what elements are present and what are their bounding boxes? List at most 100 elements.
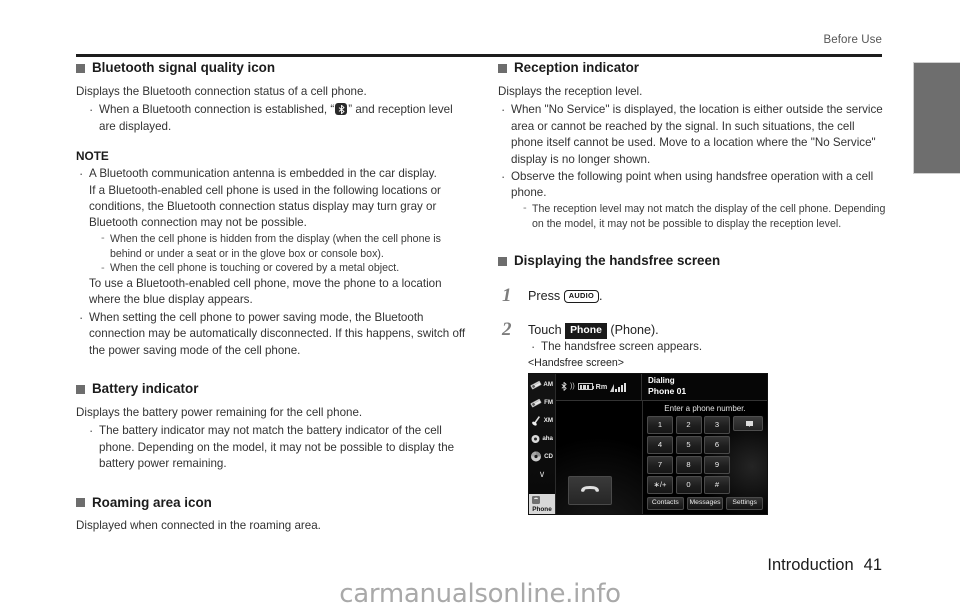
call-status-text: Dialing xyxy=(648,376,675,386)
step-number: 1 xyxy=(502,284,512,306)
key-5[interactable]: 5 xyxy=(675,436,702,454)
rail-item-xm[interactable]: XM xyxy=(529,412,555,430)
right-column: Reception indicator Displays the recepti… xyxy=(498,60,886,515)
key-1[interactable]: 1 xyxy=(647,416,673,434)
step-2: 2 Touch Phone (Phone). The handsfree scr… xyxy=(498,319,886,515)
radio-am-icon xyxy=(530,378,544,392)
key-0[interactable]: 0 xyxy=(675,476,702,494)
key-hash[interactable]: # xyxy=(704,476,730,494)
step-number: 2 xyxy=(502,319,512,341)
heading-text: Reception indicator xyxy=(514,60,639,75)
key-3[interactable]: 3 xyxy=(704,416,730,434)
rail-item-more[interactable]: ∨ xyxy=(529,466,555,484)
square-bullet-icon xyxy=(76,498,85,508)
rail-item-am[interactable]: AM xyxy=(529,376,555,394)
call-device-name: Phone 01 xyxy=(648,386,687,397)
bullet-text-pre: When a Bluetooth connection is establish… xyxy=(99,103,335,117)
dialpad-prompt: Enter a phone number. xyxy=(664,403,746,413)
running-head: Before Use xyxy=(823,34,882,46)
satellite-xm-icon xyxy=(530,414,544,428)
rail-item-cd[interactable]: CD xyxy=(529,448,555,466)
signal-triangle xyxy=(610,383,615,392)
key-7[interactable]: 7 xyxy=(647,456,673,474)
step-2-bullets: The handsfree screen appears. xyxy=(528,338,886,357)
key-6[interactable]: 6 xyxy=(704,436,730,454)
rail-label: AM xyxy=(543,381,553,389)
tab-contacts[interactable]: Contacts xyxy=(647,496,684,510)
left-column: Bluetooth signal quality icon Displays t… xyxy=(76,60,466,537)
list-item: Observe the following point when using h… xyxy=(498,168,886,231)
reception-bullet-list: When "No Service" is displayed, the loca… xyxy=(498,101,886,231)
handsfree-screen-figure: AM FM XM aha CD ∨ Phone)) Rm Dialing Ph… xyxy=(528,372,768,515)
watermark: carmanualsonline.info xyxy=(339,579,621,609)
square-bullet-icon xyxy=(498,257,507,267)
tab-settings[interactable]: Settings xyxy=(726,496,764,510)
battery-status-icon xyxy=(577,383,595,391)
step-text-pre: Press xyxy=(528,288,564,303)
rail-label: FM xyxy=(544,399,553,407)
battery-intro-text: Displays the battery power remaining for… xyxy=(76,405,363,419)
note-bullet-list: A Bluetooth communication antenna is emb… xyxy=(76,165,466,359)
rail-item-fm[interactable]: FM xyxy=(529,394,555,412)
footer-page-title: Introduction 41 xyxy=(767,556,882,575)
step-text-post: (Phone). xyxy=(610,323,659,338)
heading-text: Roaming area icon xyxy=(92,494,212,510)
phone-handset-icon xyxy=(531,495,541,505)
section-heading-roaming-area-icon: Roaming area icon xyxy=(76,495,466,512)
rail-item-phone[interactable]: Phone xyxy=(529,493,555,514)
list-item: When setting the cell phone to power sav… xyxy=(76,309,466,359)
backspace-icon xyxy=(746,420,753,427)
call-button[interactable] xyxy=(568,475,612,505)
call-control-panel xyxy=(556,400,643,514)
key-8[interactable]: 8 xyxy=(675,456,702,474)
note-line-2: If a Bluetooth-enabled cell phone is use… xyxy=(89,183,441,230)
square-bullet-icon xyxy=(498,63,507,73)
roaming-intro-text: Displayed when connected in the roaming … xyxy=(76,519,321,533)
radio-fm-icon xyxy=(530,396,544,410)
audio-hard-key[interactable]: AUDIO xyxy=(563,290,600,303)
key-9[interactable]: 9 xyxy=(704,456,730,474)
bottom-tabs: Contacts Messages Settings xyxy=(647,496,764,510)
signal-strength-icon xyxy=(610,382,627,392)
section-heading-reception-indicator: Reception indicator xyxy=(498,60,886,77)
footer-page-number: 41 xyxy=(863,556,882,574)
list-item: When the cell phone is hidden from the d… xyxy=(99,231,466,261)
note-line-3: To use a Bluetooth-enabled cell phone, m… xyxy=(89,276,442,307)
key-star-plus[interactable]: ∗/+ xyxy=(647,476,673,494)
speaker-icon: )) xyxy=(570,383,575,391)
heading-text: Bluetooth signal quality icon xyxy=(92,60,276,75)
key-4[interactable]: 4 xyxy=(647,436,673,454)
phone-touch-key[interactable]: Phone xyxy=(565,323,607,340)
roaming-status-label: Rm xyxy=(595,382,608,392)
key-2[interactable]: 2 xyxy=(675,416,702,434)
handsfree-main: )) Rm Dialing Phone 01 Enter a phone num… xyxy=(556,373,767,514)
figure-caption: <Handsfree screen> xyxy=(528,356,624,369)
list-item: When the cell phone is touching or cover… xyxy=(99,261,466,276)
chevron-down-icon: ∨ xyxy=(538,469,546,480)
bluetooth-status-icon xyxy=(560,382,567,392)
header-rule xyxy=(76,54,882,57)
battery-bullet-list: The battery indicator may not match the … xyxy=(86,422,466,472)
handsfree-body: Enter a phone number. 1 2 3 4 5 6 7 8 9 … xyxy=(556,400,767,514)
tab-messages[interactable]: Messages xyxy=(686,496,724,510)
aha-icon xyxy=(530,432,544,446)
keypad-side xyxy=(733,416,763,493)
bluetooth-icon xyxy=(335,103,348,116)
call-info: Dialing Phone 01 xyxy=(642,374,767,400)
list-item: The reception level may not match the di… xyxy=(521,201,886,231)
rail-label: CD xyxy=(544,453,553,461)
list-item: The battery indicator may not match the … xyxy=(86,422,466,472)
step-text: Touch Phone (Phone). xyxy=(528,322,886,340)
dialpad-panel: Enter a phone number. 1 2 3 4 5 6 7 8 9 … xyxy=(643,401,767,514)
bluetooth-intro-text: Displays the Bluetooth connection status… xyxy=(76,84,367,98)
square-bullet-icon xyxy=(76,384,85,394)
list-item: When a Bluetooth connection is establish… xyxy=(86,101,466,135)
status-icons: )) Rm xyxy=(556,373,642,400)
reception-dash-list: The reception level may not match the di… xyxy=(521,201,886,231)
backspace-button[interactable] xyxy=(733,416,763,432)
rail-label: XM xyxy=(543,417,553,425)
list-item: The handsfree screen appears. xyxy=(528,338,886,357)
section-heading-bluetooth-signal-quality: Bluetooth signal quality icon xyxy=(76,60,466,77)
rail-item-aha[interactable]: aha xyxy=(529,430,555,448)
list-item: When "No Service" is displayed, the loca… xyxy=(498,101,886,168)
